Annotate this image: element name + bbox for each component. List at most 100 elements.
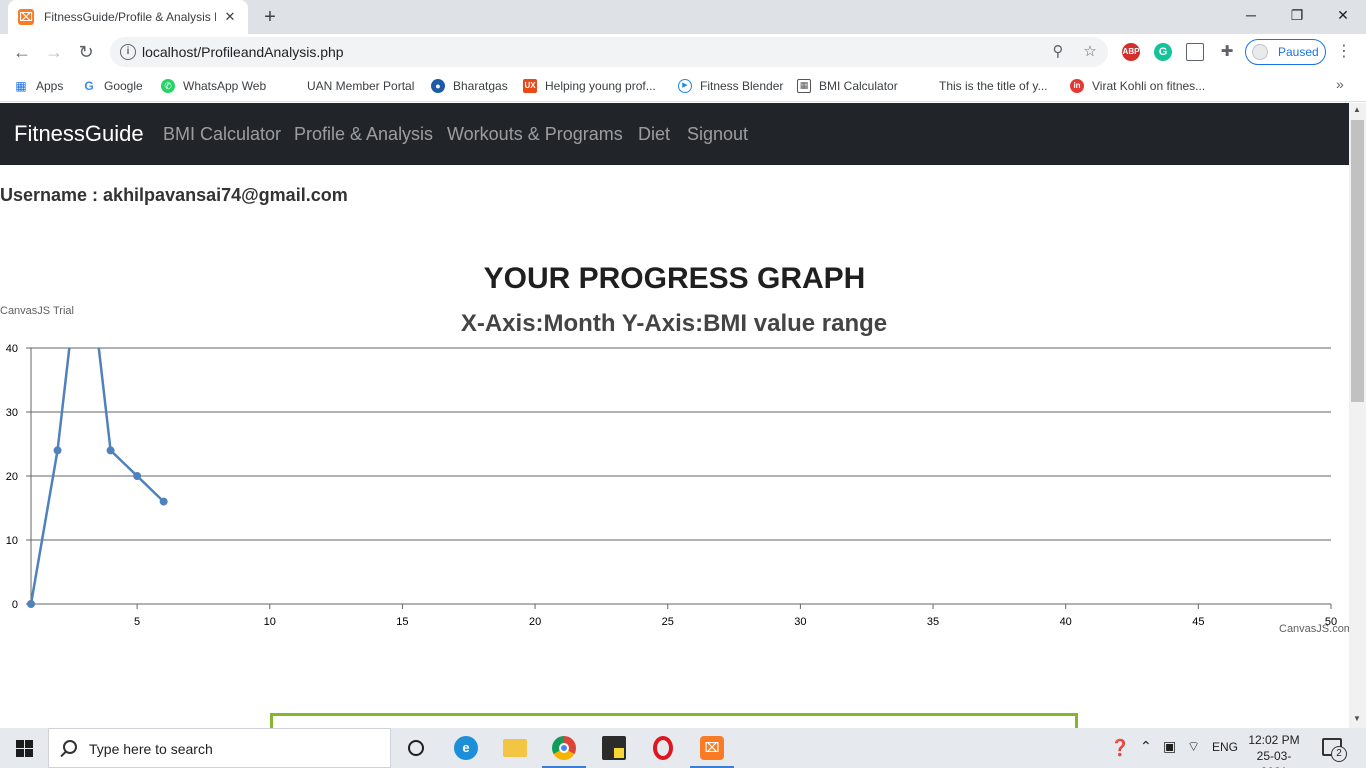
window-close-icon[interactable]: ✕ — [1320, 0, 1366, 30]
nav-profile-analysis[interactable]: Profile & Analysis — [294, 124, 433, 145]
x-tick-label: 50 — [1325, 616, 1337, 628]
graph-heading: YOUR PROGRESS GRAPH — [483, 262, 866, 295]
edge-icon[interactable]: e — [442, 728, 490, 768]
profile-paused-button[interactable]: Paused — [1245, 39, 1326, 65]
reload-icon[interactable]: ↻ — [74, 40, 98, 64]
task-view-icon[interactable] — [392, 728, 440, 768]
username-label: Username : akhilpavansai74@gmail.com — [0, 185, 348, 205]
tab-strip: ⌧ FitnessGuide/Profile & Analysis P ✕ + … — [0, 0, 1366, 34]
grammarly-extension-icon[interactable]: G — [1154, 43, 1172, 61]
tab-close-icon[interactable]: ✕ — [222, 9, 238, 25]
bookmark-google[interactable]: G Google — [82, 77, 143, 95]
bookmark-title[interactable]: This is the title of y... — [939, 77, 1047, 95]
file-explorer-icon[interactable] — [491, 728, 539, 768]
bookmark-label: Google — [104, 79, 143, 93]
restore-icon[interactable]: ❐ — [1274, 0, 1320, 30]
bookmark-helping-young[interactable]: UX Helping young prof... — [523, 77, 656, 95]
chart-subtitle: X-Axis:Month Y-Axis:BMI value range — [461, 310, 887, 337]
scroll-up-icon[interactable]: ▲ — [1353, 105, 1361, 114]
bookmark-virat[interactable]: in Virat Kohli on fitnes... — [1070, 77, 1205, 95]
bookmark-fitness-blender[interactable]: ▶ Fitness Blender — [678, 77, 783, 95]
bookmark-label: Virat Kohli on fitnes... — [1092, 79, 1206, 93]
chrome-icon[interactable] — [540, 728, 588, 768]
language-indicator[interactable]: ENG — [1212, 740, 1238, 754]
ux-icon: UX — [523, 79, 537, 93]
y-tick-label: 20 — [6, 471, 18, 483]
zoom-icon[interactable]: ⚲ — [1048, 42, 1068, 62]
x-tick-label: 5 — [134, 616, 140, 628]
nav-workouts-programs[interactable]: Workouts & Programs — [447, 124, 623, 145]
x-tick-label: 35 — [927, 616, 939, 628]
bookmark-star-icon[interactable]: ☆ — [1080, 42, 1100, 62]
chart-series — [27, 348, 168, 608]
x-tick-label: 45 — [1192, 616, 1204, 628]
chart-watermark: CanvasJS Trial — [0, 305, 74, 317]
progress-chart: X-Axis:Month Y-Axis:BMI value range Canv… — [0, 300, 1353, 640]
minimize-icon[interactable]: ─ — [1228, 0, 1274, 30]
new-tab-icon[interactable]: + — [258, 6, 282, 28]
bookmark-bharatgas[interactable]: ● Bharatgas — [431, 77, 508, 95]
progress-chart-svg: X-Axis:Month Y-Axis:BMI value range Canv… — [0, 305, 1353, 635]
tab-title: FitnessGuide/Profile & Analysis P — [44, 10, 216, 24]
clock-date: 25-03-2021 — [1256, 749, 1292, 768]
meet-now-icon[interactable]: ▣ — [1163, 738, 1176, 755]
windows-start-icon[interactable] — [0, 728, 48, 768]
google-icon: G — [82, 79, 96, 93]
more-menu-icon[interactable]: ⋮ — [1336, 41, 1352, 61]
windows-taskbar: Type here to search e ⌧ ❓ ⌃ ▣ ⌔ ENG 12:0… — [0, 728, 1366, 768]
search-placeholder: Type here to search — [89, 741, 213, 757]
data-point — [53, 446, 62, 455]
brand-logo[interactable]: FitnessGuide — [14, 121, 144, 147]
bookmarks-bar: ▦ Apps G Google ✆ WhatsApp Web UAN Membe… — [0, 70, 1366, 102]
clock-time: 12:02 PM — [1248, 733, 1300, 747]
page-scrollbar[interactable]: ▲ ▼ — [1349, 103, 1366, 728]
network-icon[interactable]: ⌔ — [1187, 738, 1200, 756]
address-bar[interactable]: i localhost/ProfileandAnalysis.php ⚲ ☆ — [110, 37, 1108, 67]
y-tick-label: 10 — [6, 535, 18, 547]
forward-icon[interactable]: → — [42, 40, 66, 64]
data-point — [133, 472, 142, 480]
scroll-thumb[interactable] — [1351, 120, 1364, 402]
paused-label: Paused — [1278, 45, 1319, 59]
bookmark-label: UAN Member Portal — [307, 79, 415, 93]
site-info-icon[interactable]: i — [120, 44, 136, 60]
chart-grid — [31, 347, 1331, 541]
bookmarks-overflow-icon[interactable]: » — [1336, 76, 1344, 92]
back-icon[interactable]: ← — [10, 40, 34, 64]
adblock-extension-icon[interactable]: ABP — [1122, 43, 1140, 61]
apps-grid-icon: ▦ — [15, 79, 27, 93]
bookmark-label: Bharatgas — [453, 79, 508, 93]
bookmark-uan[interactable]: UAN Member Portal — [307, 77, 414, 95]
browser-tab[interactable]: ⌧ FitnessGuide/Profile & Analysis P ✕ — [8, 0, 248, 34]
calculator-icon: ▦ — [797, 79, 811, 93]
chart-credit-link[interactable]: CanvasJS.com — [1279, 623, 1353, 635]
bookmark-bmi-calculator[interactable]: ▦ BMI Calculator — [797, 77, 898, 95]
bookmark-label: Apps — [36, 79, 64, 93]
nav-diet[interactable]: Diet — [638, 124, 670, 145]
taskbar-search-input[interactable]: Type here to search — [48, 728, 391, 768]
extensions-puzzle-icon[interactable]: ✚ — [1218, 43, 1236, 61]
scroll-down-icon[interactable]: ▼ — [1353, 714, 1361, 723]
clipboard-extension-icon[interactable] — [1186, 43, 1204, 61]
bookmark-label: This is the title of y... — [939, 79, 1048, 93]
nav-signout[interactable]: Signout — [687, 124, 748, 145]
bookmark-apps[interactable]: ▦ Apps — [14, 77, 63, 95]
sticky-notes-icon[interactable] — [590, 728, 638, 768]
bookmark-whatsapp[interactable]: ✆ WhatsApp Web — [161, 77, 266, 95]
y-tick-label: 30 — [6, 407, 18, 419]
help-tray-icon[interactable]: ❓ — [1110, 738, 1130, 758]
show-hidden-icons-icon[interactable]: ⌃ — [1140, 738, 1152, 755]
y-tick-label: 40 — [6, 343, 18, 355]
url-text: localhost/ProfileandAnalysis.php — [142, 44, 344, 60]
xampp-icon[interactable]: ⌧ — [688, 728, 736, 768]
nav-bmi-calculator[interactable]: BMI Calculator — [163, 124, 281, 145]
x-tick-label: 20 — [529, 616, 541, 628]
opera-icon[interactable] — [639, 728, 687, 768]
xampp-favicon-icon: ⌧ — [18, 9, 34, 25]
avatar — [1252, 44, 1268, 60]
bharatgas-icon: ● — [431, 79, 445, 93]
data-point — [27, 600, 35, 608]
data-point — [159, 497, 168, 506]
taskbar-clock[interactable]: 12:02 PM 25-03-2021 — [1244, 732, 1304, 768]
y-tick-label: 0 — [12, 599, 18, 611]
